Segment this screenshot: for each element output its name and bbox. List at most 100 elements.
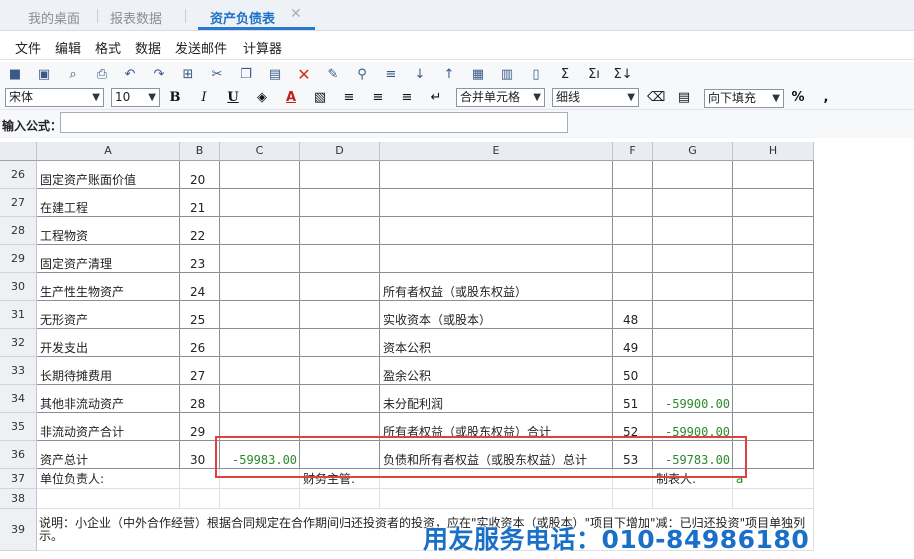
- cell-d[interactable]: [300, 357, 380, 385]
- insert-col-icon[interactable]: ▥: [498, 65, 516, 83]
- menu-data[interactable]: 数据: [135, 38, 161, 57]
- cell-e[interactable]: [380, 189, 613, 217]
- cell-f[interactable]: [613, 489, 653, 509]
- cell-g[interactable]: [653, 217, 733, 245]
- tab-balance-sheet[interactable]: 资产负债表: [210, 8, 275, 27]
- replace-icon[interactable]: ≡: [382, 65, 400, 83]
- menu-edit[interactable]: 编辑: [55, 38, 81, 57]
- row-header[interactable]: 27: [0, 189, 37, 217]
- cell-b[interactable]: 22: [180, 217, 220, 245]
- cell-a[interactable]: 无形资产: [37, 301, 180, 329]
- cell-h[interactable]: [733, 189, 814, 217]
- cell-g[interactable]: [653, 357, 733, 385]
- column-header[interactable]: G: [653, 142, 733, 161]
- cell-a[interactable]: 非流动资产合计: [37, 413, 180, 441]
- paste-icon[interactable]: ▤: [266, 65, 284, 83]
- tab-desktop[interactable]: 我的桌面: [28, 8, 80, 27]
- cell-c[interactable]: [220, 273, 300, 301]
- cell-e[interactable]: [380, 245, 613, 273]
- eraser-icon[interactable]: ⌫: [647, 89, 665, 107]
- row-header[interactable]: 38: [0, 489, 37, 509]
- font-color-icon[interactable]: A: [283, 89, 299, 107]
- cell-c[interactable]: [220, 357, 300, 385]
- cell-e[interactable]: [380, 161, 613, 189]
- cell-c[interactable]: [220, 301, 300, 329]
- sum-row-icon[interactable]: Σı: [585, 65, 603, 83]
- cell-h[interactable]: [733, 385, 814, 413]
- find-icon[interactable]: ⚲: [353, 65, 371, 83]
- select-all-icon[interactable]: ⊞: [179, 65, 197, 83]
- column-header[interactable]: D: [300, 142, 380, 161]
- cell-g[interactable]: [653, 301, 733, 329]
- cell-h[interactable]: [733, 301, 814, 329]
- row-header[interactable]: 33: [0, 357, 37, 385]
- cell-b[interactable]: 25: [180, 301, 220, 329]
- row-header[interactable]: 29: [0, 245, 37, 273]
- cell-f[interactable]: [613, 245, 653, 273]
- cell-c[interactable]: [220, 385, 300, 413]
- align-left-icon[interactable]: ≡: [341, 89, 357, 107]
- cell-f[interactable]: [613, 189, 653, 217]
- border-style-select[interactable]: 细线 ▼: [552, 88, 639, 107]
- column-header[interactable]: B: [180, 142, 220, 161]
- column-header[interactable]: E: [380, 142, 613, 161]
- save-icon[interactable]: ■: [6, 65, 24, 83]
- cell-b[interactable]: 21: [180, 189, 220, 217]
- cell-g[interactable]: [653, 489, 733, 509]
- cell-d[interactable]: [300, 189, 380, 217]
- cell-d[interactable]: [300, 273, 380, 301]
- menu-format[interactable]: 格式: [95, 38, 121, 57]
- cell-h[interactable]: [733, 329, 814, 357]
- cell-h[interactable]: [733, 245, 814, 273]
- cell-f[interactable]: 50: [613, 357, 653, 385]
- column-header[interactable]: F: [613, 142, 653, 161]
- cell-format-icon[interactable]: ▤: [676, 89, 692, 107]
- row-header[interactable]: 32: [0, 329, 37, 357]
- cell-b[interactable]: [180, 469, 220, 489]
- cell-d[interactable]: [300, 245, 380, 273]
- align-center-icon[interactable]: ≡: [370, 89, 386, 107]
- cell-g[interactable]: -59900.00: [653, 385, 733, 413]
- cell-d[interactable]: [300, 217, 380, 245]
- delete-icon[interactable]: ✕: [295, 65, 313, 84]
- align-right-icon[interactable]: ≡: [399, 89, 415, 107]
- cell-e[interactable]: 资本公积: [380, 329, 613, 357]
- save-as-icon[interactable]: ▣: [35, 65, 53, 83]
- sort-desc-icon[interactable]: ↑: [440, 65, 458, 83]
- row-header[interactable]: 36: [0, 441, 37, 469]
- bold-icon[interactable]: B: [167, 89, 183, 107]
- cell-d[interactable]: [300, 489, 380, 509]
- cell-c[interactable]: [220, 329, 300, 357]
- cell-f[interactable]: 49: [613, 329, 653, 357]
- underline-icon[interactable]: U: [225, 89, 241, 107]
- cell-b[interactable]: [180, 489, 220, 509]
- formula-input[interactable]: [60, 112, 568, 133]
- cell-h[interactable]: [733, 273, 814, 301]
- menu-file[interactable]: 文件: [15, 38, 41, 57]
- cell-b[interactable]: 24: [180, 273, 220, 301]
- cell-b[interactable]: 23: [180, 245, 220, 273]
- cell-g[interactable]: [653, 161, 733, 189]
- cell-h[interactable]: [733, 357, 814, 385]
- row-header[interactable]: 31: [0, 301, 37, 329]
- copy-icon[interactable]: ❐: [237, 65, 255, 83]
- menu-calculator[interactable]: 计算器: [243, 38, 282, 57]
- row-header[interactable]: 28: [0, 217, 37, 245]
- select-all-corner[interactable]: [0, 142, 37, 161]
- cell-f[interactable]: 51: [613, 385, 653, 413]
- undo-icon[interactable]: ↶: [121, 65, 139, 83]
- cell-a[interactable]: 生产性生物资产: [37, 273, 180, 301]
- cell-a[interactable]: 单位负责人:: [37, 469, 180, 489]
- cell-f[interactable]: [613, 217, 653, 245]
- cell-h[interactable]: [733, 217, 814, 245]
- cell-c[interactable]: [220, 161, 300, 189]
- cell-a[interactable]: 在建工程: [37, 189, 180, 217]
- cell-b[interactable]: 20: [180, 161, 220, 189]
- cell-d[interactable]: [300, 329, 380, 357]
- cell-h[interactable]: [733, 489, 814, 509]
- cell-c[interactable]: [220, 217, 300, 245]
- merge-select[interactable]: 合并单元格 ▼: [456, 88, 545, 107]
- cell-e[interactable]: [380, 489, 613, 509]
- cell-b[interactable]: 27: [180, 357, 220, 385]
- fill-color-icon[interactable]: ◈: [254, 89, 270, 107]
